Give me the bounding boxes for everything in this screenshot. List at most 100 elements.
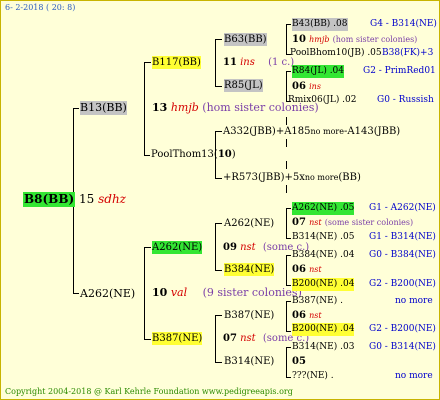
mating-number: 15 (79, 192, 95, 206)
connector (286, 208, 287, 238)
connector (286, 301, 291, 302)
pool-node[interactable]: PoolThom13(10) (151, 148, 236, 161)
connector (286, 139, 287, 147)
connector (286, 71, 291, 72)
connector (144, 247, 151, 248)
gen4-origin: G0 - Russish (377, 95, 434, 105)
gen4-origin: no more (395, 371, 433, 381)
gen4-origin: no more (395, 296, 433, 306)
gen4-row[interactable]: ???(NE) . (292, 370, 334, 383)
a262-gen3-node[interactable]: A262(NE) (224, 217, 274, 230)
mating-name: val (170, 286, 188, 299)
gen4-row[interactable]: B200(NE) .04 (292, 278, 355, 291)
connector (73, 108, 79, 109)
pedigree-chart: 6- 2-2018 ( 20: 8) B8(BB) B13(BB) 15 sdh… (0, 0, 440, 400)
b117-node[interactable]: B117(BB) (152, 56, 201, 69)
gen4-row[interactable]: B314(NE) .03 (292, 341, 354, 354)
a262-node[interactable]: A262(NE) (152, 241, 203, 254)
connector (73, 293, 79, 294)
b387-gen3-node[interactable]: B387(NE) (224, 309, 274, 322)
connector (286, 24, 291, 25)
mating-name: nst (240, 242, 256, 253)
mating-number: 13 (152, 101, 168, 114)
gen4-row[interactable]: Rmix06(JL) .02 (288, 94, 357, 107)
sire-node[interactable]: B13(BB) (80, 101, 127, 115)
connector (286, 161, 287, 169)
copyright-footer: Copyright 2004-2018 @ Karl Kehrle Founda… (5, 387, 293, 396)
mating-number: 07 (223, 333, 237, 344)
gen4-origin: G0 - B314(NE) (369, 342, 436, 352)
a332-node[interactable]: A332(JBB)+A185no more-A143(JBB) (223, 125, 400, 138)
connector (215, 223, 216, 270)
r573-node[interactable]: +R573(JBB)+5xno more(BB) (223, 171, 361, 184)
connector (215, 315, 222, 316)
gen4-row[interactable]: B200(NE) .04 (292, 323, 355, 336)
gen4-mating: 05 (292, 356, 306, 367)
date-stamp: 6- 2-2018 ( 20: 8) (5, 3, 76, 12)
connector (144, 62, 145, 155)
b117-mating: 11 ins (1 c.) (223, 56, 294, 69)
connector (144, 247, 145, 339)
gen4-row[interactable]: PoolBhom10(JB) .05 (290, 47, 382, 60)
mating-name: sdhz (98, 192, 126, 206)
gen4-origin: G0 - B384(NE) (369, 250, 436, 260)
connector (215, 223, 222, 224)
gen4-row[interactable]: B384(NE) .04 (292, 249, 354, 262)
connector (215, 315, 216, 362)
connector (215, 86, 222, 87)
connector (215, 39, 222, 40)
gen4-mating: 06 nst (292, 310, 322, 321)
gen4-row[interactable]: R84(JL) .04 (292, 65, 345, 78)
gen4-origin: G2 - PrimRed01 (363, 66, 436, 76)
connector (215, 131, 222, 132)
mating-name: ins (240, 57, 255, 68)
connector (286, 117, 287, 125)
dam-node[interactable]: A262(NE) (80, 287, 135, 301)
connector (215, 362, 222, 363)
root-queen[interactable]: B8(BB) (23, 192, 76, 207)
mating-name: nst (240, 333, 256, 344)
sire-mating: 15 sdhz (79, 192, 126, 207)
gen4-origin: G2 - B200(NE) (369, 279, 436, 289)
connector (215, 39, 216, 86)
mating-name: hmjb (170, 101, 199, 114)
connector (144, 155, 150, 156)
connector (144, 339, 151, 340)
mating-number: 09 (223, 242, 237, 253)
gen4-row[interactable]: B387(NE) . (292, 295, 343, 308)
gen4-mating: 07 nst (some sister colonies) (292, 217, 414, 228)
connector (286, 347, 287, 377)
gen4-row[interactable]: B314(NE) .05 (292, 231, 354, 244)
connector (215, 178, 222, 179)
gen4-origin: B38(FK)+3 (382, 48, 434, 58)
gen4-origin: G1 - A262(NE) (369, 203, 436, 213)
b384-node[interactable]: B384(NE) (224, 263, 275, 276)
gen4-row[interactable]: A262(NE) .05 (292, 202, 355, 215)
connector (286, 255, 291, 256)
mating-note: (9 sister colonies) (202, 286, 302, 299)
connector (286, 301, 287, 331)
gen4-origin: G1 - B314(NE) (369, 232, 436, 242)
connector (286, 185, 287, 193)
b63-node[interactable]: B63(BB) (224, 33, 267, 46)
connector (144, 62, 151, 63)
gen4-origin: G2 - B200(NE) (369, 324, 436, 334)
mating-number: 11 (223, 57, 237, 68)
dam-line-mating: 10 val (9 sister colonies) (152, 286, 302, 300)
gen4-mating: 06 nst (292, 264, 322, 275)
connector (286, 377, 291, 378)
r85-node[interactable]: R85(JL) (224, 79, 263, 92)
gen4-row[interactable]: B43(BB) .08 (292, 18, 348, 31)
connector (286, 24, 287, 54)
connector (286, 208, 291, 209)
mating-number: 10 (152, 286, 168, 299)
gen4-mating: 10 hmjb (hom sister colonies) (292, 34, 418, 45)
b387-node[interactable]: B387(NE) (152, 332, 203, 345)
connector (215, 270, 222, 271)
gen4-mating: 06 ins (292, 81, 321, 92)
connector (286, 71, 287, 101)
connector (286, 238, 291, 239)
gen4-origin: G4 - B314(NE) (370, 19, 437, 29)
connector (286, 347, 291, 348)
b314-gen3-node[interactable]: B314(NE) (224, 355, 274, 368)
